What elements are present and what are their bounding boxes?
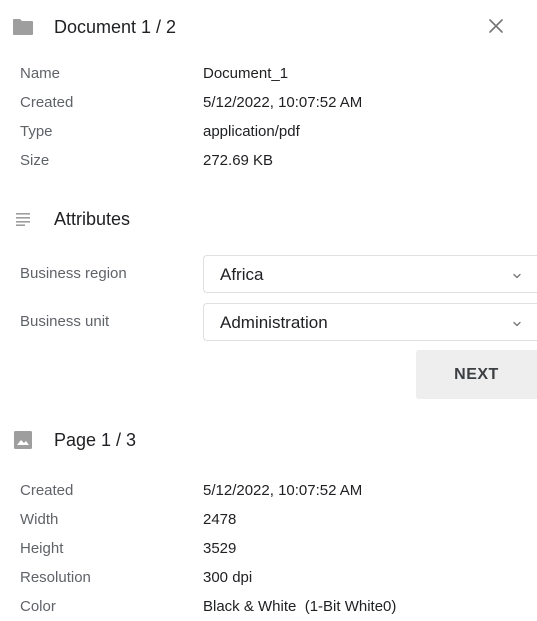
- business-unit-label: Business unit: [20, 313, 110, 330]
- attributes-header: Attributes: [12, 205, 130, 233]
- property-label: Size: [20, 152, 50, 169]
- page-title: Page 1 / 3: [54, 429, 137, 450]
- business-region-select[interactable]: Africa: [203, 255, 537, 293]
- close-icon[interactable]: [488, 18, 504, 39]
- list-lines-icon: [12, 209, 34, 229]
- property-value: Black & White (1-Bit White0): [203, 598, 397, 615]
- property-label: Resolution: [20, 569, 91, 586]
- property-label: Name: [20, 65, 61, 82]
- property-value: 3529: [203, 540, 237, 557]
- business-region-value: Africa: [220, 265, 264, 284]
- document-title: Document 1 / 2: [54, 16, 177, 37]
- property-value: 272.69 KB: [203, 152, 274, 169]
- property-value: Document_1: [203, 65, 289, 82]
- business-region-row: Business region Africa: [20, 255, 537, 293]
- business-region-label: Business region: [20, 265, 127, 282]
- property-value: 5/12/2022, 10:07:52 AM: [203, 94, 363, 111]
- close-button[interactable]: [482, 14, 510, 42]
- property-value: 300 dpi: [203, 569, 253, 586]
- attributes-title: Attributes: [54, 208, 131, 229]
- property-label: Height: [20, 540, 64, 557]
- business-unit-select[interactable]: Administration: [203, 303, 537, 341]
- page-header: Page 1 / 3: [12, 426, 136, 454]
- property-value: 5/12/2022, 10:07:52 AM: [203, 482, 363, 499]
- property-value: 2478: [203, 511, 237, 528]
- property-label: Width: [20, 511, 59, 528]
- property-label: Created: [20, 94, 74, 111]
- chevron-down-icon: [511, 269, 523, 281]
- business-unit-value: Administration: [220, 313, 328, 332]
- property-label: Type: [20, 123, 53, 140]
- document-header: Document 1 / 2: [12, 13, 176, 41]
- property-value: application/pdf: [203, 123, 300, 140]
- next-button[interactable]: NEXT: [416, 350, 537, 399]
- folder-icon: [12, 17, 34, 37]
- business-unit-row: Business unit Administration: [20, 303, 537, 341]
- property-label: Created: [20, 482, 74, 499]
- chevron-down-icon: [511, 317, 523, 329]
- property-label: Color: [20, 598, 56, 615]
- image-icon: [12, 430, 34, 450]
